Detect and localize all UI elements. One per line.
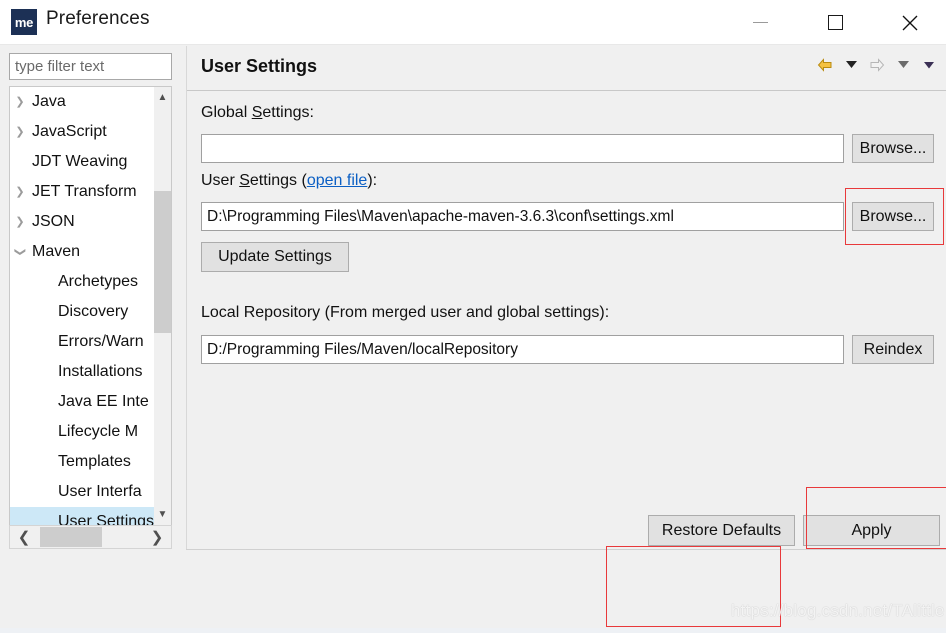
tree-item-archetypes[interactable]: Archetypes (10, 267, 156, 297)
tree-item-installations[interactable]: Installations (10, 357, 156, 387)
tree-item-json[interactable]: ❯ JSON (10, 207, 156, 237)
chevron-right-icon[interactable]: ❯ (10, 117, 30, 147)
preferences-tree: ❯ Java ❯ JavaScript JDT Weaving ❯ JET Transfor… (9, 86, 172, 528)
window-title: Preferences (46, 8, 150, 29)
tree-hscroll-thumb[interactable] (40, 527, 102, 547)
tree-item-lifecycle-m[interactable]: Lifecycle M (10, 417, 156, 447)
tree-item-javascript[interactable]: ❯ JavaScript (10, 117, 156, 147)
filter-input[interactable] (9, 53, 172, 80)
chevron-right-icon[interactable]: ❯ (10, 87, 30, 117)
minimize-icon (752, 22, 768, 23)
global-settings-mnemonic: S (251, 104, 263, 121)
tree-item-list: ❯ Java ❯ JavaScript JDT Weaving ❯ JET Transfor… (10, 87, 156, 527)
global-settings-label-prefix: Global (201, 104, 252, 121)
tree-item-label: Templates (58, 453, 131, 470)
tree-item-label: Archetypes (58, 273, 139, 290)
myeclipse-logo-icon: me (11, 9, 37, 35)
forward-menu-caret-down-icon[interactable] (893, 55, 913, 75)
tree-item-user-interfa[interactable]: User Interfa (10, 477, 156, 507)
close-button[interactable] (884, 0, 936, 45)
tree-item-label: JavaScript (32, 123, 107, 140)
tree-item-java[interactable]: ❯ Java (10, 87, 156, 117)
local-repository-label: Local Repository (From merged user and g… (201, 304, 610, 321)
tree-item-java-ee-inte[interactable]: Java EE Inte (10, 387, 156, 417)
tree-item-jdt-weaving[interactable]: JDT Weaving (10, 147, 156, 177)
tree-item-user-settings[interactable]: User Settings (10, 507, 156, 527)
update-settings-button[interactable]: Update Settings (201, 242, 349, 272)
tree-item-label: Java (32, 93, 66, 110)
back-menu-caret-down-icon[interactable] (841, 55, 861, 75)
user-settings-input[interactable] (201, 202, 844, 231)
tree-item-label: Lifecycle M (58, 423, 139, 440)
user-settings-label-mid: ettings ( (249, 172, 307, 189)
tree-item-maven[interactable]: ❯ Maven (10, 237, 156, 267)
maximize-button[interactable] (809, 0, 861, 45)
apply-button[interactable]: Apply (803, 515, 940, 546)
local-repository-input (201, 335, 844, 364)
tree-vertical-scrollbar[interactable]: ▲ ▼ (154, 87, 171, 527)
back-arrow-icon[interactable] (815, 55, 835, 75)
tree-item-label: Installations (58, 363, 143, 380)
title-bar: me Preferences (0, 0, 946, 45)
page-title: User Settings (201, 56, 318, 76)
tree-item-templates[interactable]: Templates (10, 447, 156, 477)
global-settings-input[interactable] (201, 134, 844, 163)
tree-item-label: Java EE Inte (58, 393, 149, 410)
global-settings-label-suffix: ettings: (262, 104, 314, 121)
overflow-menu-caret-down-icon[interactable] (919, 55, 939, 75)
background-bleed (0, 628, 946, 633)
tree-item-discovery[interactable]: Discovery (10, 297, 156, 327)
chevron-down-icon[interactable]: ❯ (10, 242, 35, 262)
tree-scroll-right-icon[interactable]: ❯ (145, 526, 169, 548)
open-file-link[interactable]: open file (307, 172, 368, 189)
reindex-button[interactable]: Reindex (852, 335, 934, 364)
tree-item-label: Discovery (58, 303, 129, 320)
tree-item-errors-warn[interactable]: Errors/Warn (10, 327, 156, 357)
global-settings-label: Global Settings: (201, 104, 314, 122)
tree-scroll-down-icon[interactable]: ▼ (154, 506, 171, 523)
user-settings-browse-button[interactable]: Browse... (852, 202, 934, 231)
tree-scroll-left-icon[interactable]: ❮ (12, 526, 36, 548)
settings-panel: User Settings Global Settings: Browse...… (186, 46, 946, 549)
chevron-right-icon[interactable]: ❯ (10, 207, 30, 237)
minimize-button[interactable] (734, 0, 786, 45)
tree-item-label: JDT Weaving (32, 153, 128, 170)
tree-item-label: User Settings (10, 507, 156, 527)
forward-arrow-icon (867, 55, 887, 75)
close-icon (902, 15, 918, 30)
panel-header: User Settings (187, 46, 946, 91)
user-settings-label-prefix: User (201, 172, 240, 189)
restore-defaults-button[interactable]: Restore Defaults (648, 515, 795, 546)
watermark-text: https://blog.csdn.net/TAlittle (731, 601, 945, 620)
user-settings-label-suffix: ): (367, 172, 378, 189)
tree-horizontal-scrollbar[interactable]: ❮ ❯ (9, 525, 172, 549)
user-settings-mnemonic: S (239, 172, 250, 189)
chevron-right-icon[interactable]: ❯ (10, 177, 30, 207)
maximize-icon (827, 15, 843, 30)
tree-item-label: Errors/Warn (58, 333, 144, 350)
global-settings-browse-button[interactable]: Browse... (852, 134, 934, 163)
user-settings-label: User Settings (open file): (201, 172, 377, 190)
tree-item-label: User Interfa (58, 483, 142, 500)
panel-nav-toolbar (815, 55, 939, 75)
tree-vscroll-thumb[interactable] (154, 191, 171, 333)
tree-item-label: JET Transform (32, 183, 137, 200)
tree-item-jet-transform[interactable]: ❯ JET Transform (10, 177, 156, 207)
tree-item-label: JSON (32, 213, 75, 230)
tree-scroll-up-icon[interactable]: ▲ (154, 89, 171, 106)
preferences-dialog: me Preferences ❯Java❯JavaScriptJDT Weavi… (0, 0, 946, 633)
